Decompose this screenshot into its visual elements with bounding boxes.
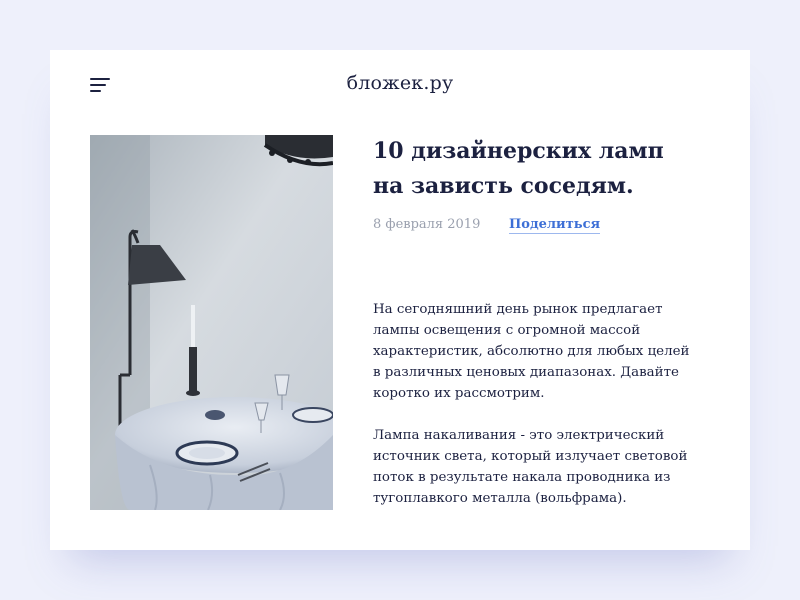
article-photo — [90, 135, 333, 510]
table-lamp-photo — [90, 135, 333, 510]
article-body: На сегодняшний день рынок предлагает лам… — [373, 299, 718, 530]
article-card: бложек.ру 10 дизайнерских ламп на завист… — [50, 50, 750, 550]
site-brand[interactable]: бложек.ру — [50, 72, 750, 94]
text-line: лампы освещения с огромной массой — [373, 323, 641, 338]
text-line: источник света, который излучает светово… — [373, 449, 688, 464]
title-line: на зависть соседям. — [373, 173, 634, 199]
paragraph: Лампа накаливания - это электрический ис… — [373, 425, 718, 509]
text-line: На сегодняшний день рынок предлагает — [373, 302, 663, 317]
text-line: поток в результате накала проводника из — [373, 470, 671, 485]
article-date: 8 февраля 2019 — [373, 217, 481, 232]
text-line: коротко их рассмотрим. — [373, 386, 545, 401]
paragraph: На сегодняшний день рынок предлагает лам… — [373, 299, 718, 404]
text-line: характеристик, абсолютно для любых целей — [373, 344, 690, 359]
article-title: 10 дизайнерских ламп на зависть соседям. — [373, 134, 703, 204]
text-line: Лампа накаливания - это электрический — [373, 428, 665, 443]
text-line: в различных ценовых диапазонах. Давайте — [373, 365, 679, 380]
title-line: 10 дизайнерских ламп — [373, 138, 664, 164]
share-link[interactable]: Поделиться — [509, 217, 601, 234]
text-line: тугоплавкого металла (вольфрама). — [373, 491, 627, 506]
